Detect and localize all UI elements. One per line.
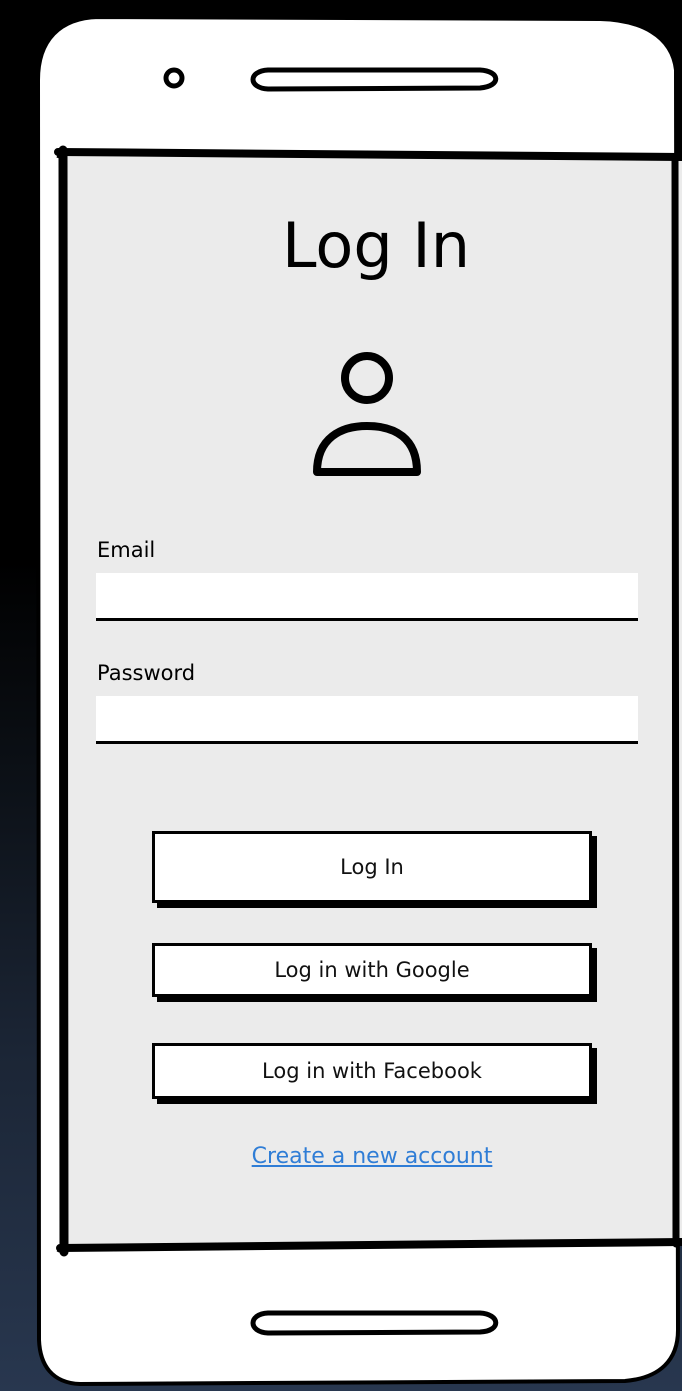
create-account-link[interactable]: Create a new account (150, 1144, 594, 1169)
home-bar-icon (250, 1310, 499, 1336)
speaker-icon (250, 67, 499, 92)
email-field[interactable] (96, 573, 638, 621)
google-login-button[interactable]: Log in with Google (152, 943, 592, 997)
page-title: Log In (281, 209, 471, 282)
user-icon (313, 352, 421, 476)
password-field[interactable] (96, 696, 638, 744)
login-button[interactable]: Log In (152, 831, 592, 903)
password-label: Password (97, 661, 196, 685)
email-label: Email (97, 538, 156, 562)
facebook-login-button[interactable]: Log in with Facebook (152, 1043, 592, 1099)
